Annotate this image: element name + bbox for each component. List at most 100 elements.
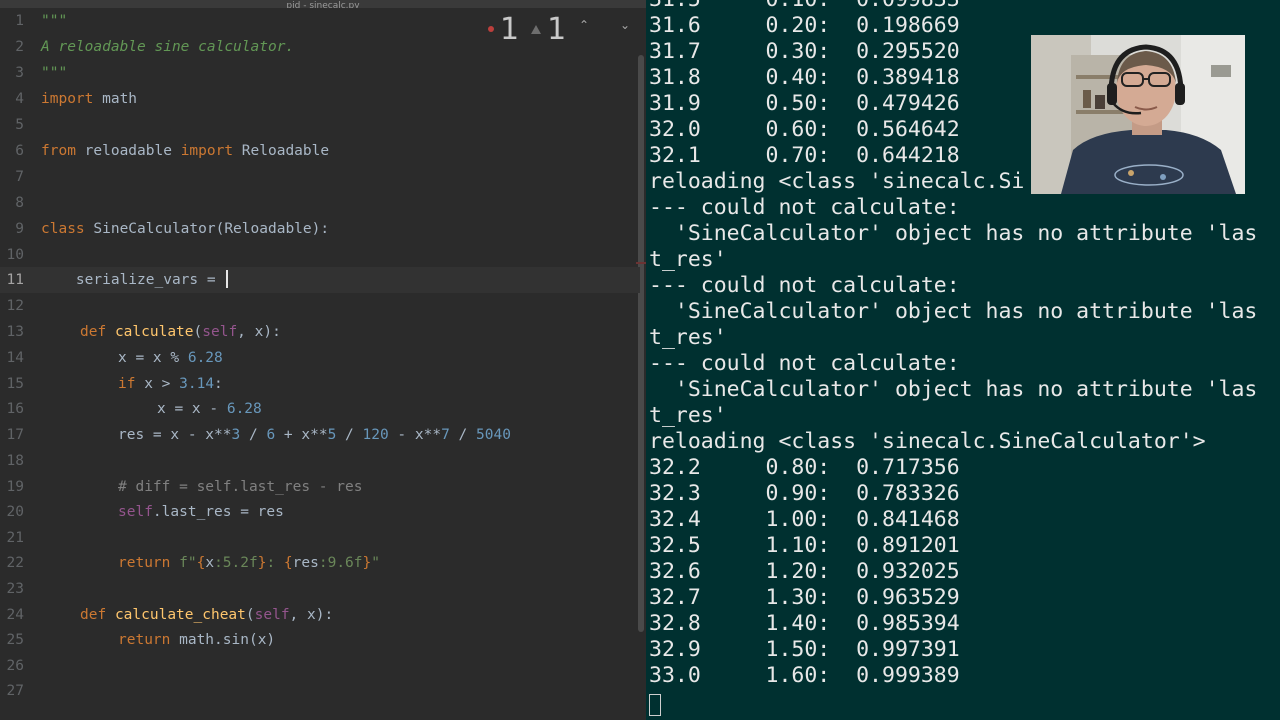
code-line[interactable]: 26 xyxy=(0,653,640,679)
current-code-line[interactable]: 11 serialize_vars = xyxy=(0,267,640,293)
keyword: def xyxy=(80,324,107,340)
terminal-line: 31.9 0.50: 0.479426 xyxy=(649,91,960,116)
line-number: 7 xyxy=(15,169,24,185)
terminal-line: 'SineCalculator' object has no attribute… xyxy=(649,221,1258,246)
terminal-line: 32.4 1.00: 0.841468 xyxy=(649,507,960,532)
code-line[interactable]: 2 A reloadable sine calculator. xyxy=(0,34,640,60)
keyword: import xyxy=(41,91,94,107)
code-token: , x): xyxy=(237,324,281,340)
code-text: A reloadable sine calculator. xyxy=(41,34,294,60)
brace: } xyxy=(362,555,372,571)
terminal-cursor xyxy=(649,694,661,716)
code-text: # diff = self.last_res - res xyxy=(118,474,362,500)
code-token: serialize_vars = xyxy=(41,272,225,288)
code-text: """ xyxy=(41,60,67,86)
code-line[interactable]: 25 return math.sin(x) xyxy=(0,627,640,653)
line-number: 11 xyxy=(6,272,24,288)
code-line[interactable]: 3 """ xyxy=(0,60,640,86)
code-editor[interactable]: pid - sinecalc.py 1 1 ⌃ ⌄ 1 """ 2A reload… xyxy=(0,0,646,720)
code-token: , x): xyxy=(289,607,334,623)
number-literal: 5040 xyxy=(476,427,511,443)
terminal-line: --- could not calculate: xyxy=(649,273,960,298)
terminal-line: 32.3 0.90: 0.783326 xyxy=(649,481,960,506)
code-line[interactable]: 23 xyxy=(0,576,640,602)
self-token: self xyxy=(254,607,290,623)
code-token: res = x - x** xyxy=(118,427,232,443)
line-number: 26 xyxy=(6,658,24,674)
code-line[interactable]: 12 xyxy=(0,293,640,319)
keyword: class xyxy=(41,221,85,237)
code-token: math xyxy=(93,91,138,107)
code-text: return f"{x:5.2f}: {res:9.6f}" xyxy=(118,550,380,576)
terminal-line: 33.0 1.60: 0.999389 xyxy=(649,663,960,688)
brace: { xyxy=(283,555,293,571)
keyword: def xyxy=(80,607,107,623)
code-line[interactable]: 19 # diff = self.last_res - res xyxy=(0,474,640,500)
terminal-line: --- could not calculate: xyxy=(649,195,960,220)
line-number: 9 xyxy=(15,221,24,237)
code-line[interactable]: 18 xyxy=(0,448,640,474)
terminal-line: 31.8 0.40: 0.389418 xyxy=(649,65,960,90)
line-number: 21 xyxy=(6,530,24,546)
code-text: self.last_res = res xyxy=(118,499,284,525)
code-line[interactable]: 14 x = x % 6.28 xyxy=(0,345,640,371)
terminal-line: 32.0 0.60: 0.564642 xyxy=(649,117,960,142)
code-line[interactable]: 7 xyxy=(0,164,640,190)
string-literal: " xyxy=(371,555,380,571)
line-number: 5 xyxy=(15,117,24,133)
line-number: 4 xyxy=(15,91,24,107)
line-number: 14 xyxy=(6,350,24,366)
code-line[interactable]: 4 import math xyxy=(0,86,640,112)
line-number: 24 xyxy=(6,607,24,623)
code-line[interactable]: 5 xyxy=(0,112,640,138)
terminal-line: 32.2 0.80: 0.717356 xyxy=(649,455,960,480)
code-text: x = x - 6.28 xyxy=(157,396,262,422)
keyword: if xyxy=(118,376,136,392)
code-text: serialize_vars = xyxy=(41,267,229,293)
code-line[interactable]: 24 def calculate_cheat(self, x): xyxy=(0,602,640,628)
number-literal: 5 xyxy=(327,427,337,443)
code-line[interactable]: 27 xyxy=(0,678,640,704)
string-literal: : xyxy=(266,555,284,571)
code-text: class SineCalculator(Reloadable): xyxy=(41,216,329,242)
code-line[interactable]: 15 if x > 3.14: xyxy=(0,371,640,397)
code-token: / xyxy=(449,427,477,443)
line-number: 13 xyxy=(6,324,24,340)
code-token: + x** xyxy=(275,427,328,443)
code-line[interactable]: 1 """ xyxy=(0,8,640,34)
code-token: ( xyxy=(193,324,203,340)
terminal-line: 31.6 0.20: 0.198669 xyxy=(649,13,960,38)
format-spec: :9.6f xyxy=(318,555,363,571)
code-token: Reloadable xyxy=(233,143,330,159)
code-token: / xyxy=(240,427,267,443)
code-token: x > xyxy=(135,376,180,392)
terminal-line: --- could not calculate: xyxy=(649,351,960,376)
code-text: from reloadable import Reloadable xyxy=(41,138,329,164)
line-number: 16 xyxy=(6,401,24,417)
code-line[interactable]: 22 return f"{x:5.2f}: {res:9.6f}" xyxy=(0,550,640,576)
terminal-line: 'SineCalculator' object has no attribute… xyxy=(649,299,1258,324)
line-number: 25 xyxy=(6,632,24,648)
code-line[interactable]: 16 x = x - 6.28 xyxy=(0,396,640,422)
comment: # diff = self.last_res - res xyxy=(118,479,363,495)
code-line[interactable]: 10 xyxy=(0,242,640,268)
terminal-line: 32.8 1.40: 0.985394 xyxy=(649,611,960,636)
line-number: 23 xyxy=(6,581,24,597)
code-line[interactable]: 13 def calculate(self, x): xyxy=(0,319,640,345)
function-name: calculate xyxy=(114,324,194,340)
code-text: def calculate_cheat(self, x): xyxy=(80,602,333,628)
terminal-line: 32.6 1.20: 0.932025 xyxy=(649,559,960,584)
code-line[interactable]: 6 from reloadable import Reloadable xyxy=(0,138,640,164)
code-line[interactable]: 9 class SineCalculator(Reloadable): xyxy=(0,216,640,242)
line-number: 19 xyxy=(6,479,24,495)
code-token: : xyxy=(214,376,223,392)
terminal-line: 31.5 0.10: 0.099833 xyxy=(649,0,960,13)
number-literal: 6.28 xyxy=(187,350,223,366)
code-line[interactable]: 20 self.last_res = res xyxy=(0,499,640,525)
function-name: calculate_cheat xyxy=(114,607,246,623)
number-literal: 3.14 xyxy=(179,376,215,392)
code-line[interactable]: 8 xyxy=(0,190,640,216)
terminal-line: 32.5 1.10: 0.891201 xyxy=(649,533,960,558)
code-line[interactable]: 17 res = x - x**3 / 6 + x**5 / 120 - x**7… xyxy=(0,422,640,448)
code-line[interactable]: 21 xyxy=(0,525,640,551)
